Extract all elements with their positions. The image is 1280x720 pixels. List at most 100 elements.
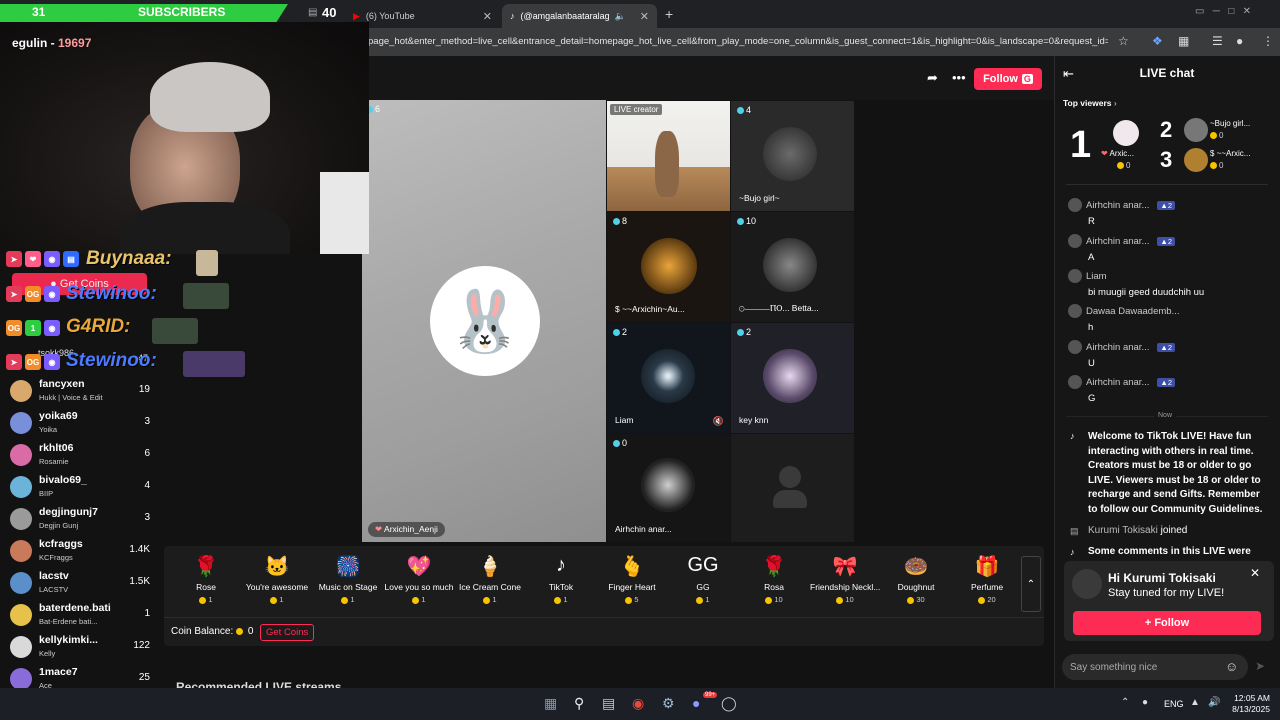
get-coins-button[interactable]: Get Coins xyxy=(260,624,315,641)
viewer-row[interactable]: kellykimki... Kelly 122 xyxy=(0,632,162,664)
guest-avatar xyxy=(641,349,695,403)
gift-item[interactable]: GG GG 1 xyxy=(668,554,738,604)
wifi-icon[interactable]: ▲ xyxy=(1190,697,1200,708)
bars-icon: ▤ xyxy=(63,251,79,267)
emoji-icon[interactable]: ☺ xyxy=(1225,659,1238,674)
puzzle-icon[interactable]: ▦ xyxy=(1178,34,1189,48)
gift-item[interactable]: 🌹 Rose 1 xyxy=(171,554,241,604)
avatar xyxy=(10,540,32,562)
send-icon[interactable]: ➤ xyxy=(1255,659,1265,673)
windows-start-icon[interactable]: ▦ xyxy=(544,695,557,712)
gift-icon: GG xyxy=(687,554,719,576)
close-icon[interactable]: ✕ xyxy=(483,10,492,23)
user-avatar[interactable] xyxy=(1068,375,1082,389)
viewer-row[interactable]: fancyxen Hukk | Voice & Edit 19 xyxy=(0,376,162,408)
gift-item[interactable]: 💖 Love you so much 1 xyxy=(384,554,454,604)
chat-username[interactable]: Dawaa Dawaademb... xyxy=(1086,306,1179,317)
coin-icon xyxy=(836,596,844,604)
close-icon[interactable]: ✕ xyxy=(1250,566,1260,580)
popup-follow-button[interactable]: + Follow xyxy=(1073,611,1261,635)
overlay-chat-name: Stewinoo: xyxy=(66,283,157,304)
user-avatar[interactable] xyxy=(1068,340,1082,354)
tab-tiktok[interactable]: ♪ (@amgalanbaataralagi) 🔈 ✕ xyxy=(502,4,657,28)
gift-item[interactable]: 🫰 Finger Heart 5 xyxy=(597,554,667,604)
star-icon[interactable]: ☆ xyxy=(1118,34,1129,48)
new-tab-icon[interactable]: + xyxy=(665,6,673,22)
rocket-icon: ➤ xyxy=(6,286,22,302)
chat-message: Airhchin anar... ▲2 R xyxy=(1068,198,1268,227)
guest-cell[interactable]: 10 ⊙⸻ⲠⲞ... Betta... xyxy=(731,212,854,322)
gift-item[interactable]: 🍩 Doughnut 30 xyxy=(881,554,951,604)
system-clock[interactable]: 12:05 AM 8/13/2025 xyxy=(1228,693,1270,715)
speaker-icon[interactable]: 🔈 xyxy=(615,11,626,22)
discord-icon[interactable]: ● xyxy=(692,695,700,711)
gift-item[interactable]: 🎀 Friendship Neckl... 10 xyxy=(810,554,880,604)
top-viewers-link[interactable]: Top viewers › xyxy=(1063,98,1117,108)
gift-item[interactable]: 🌹 Rosa 10 xyxy=(739,554,809,604)
expand-gifts-button[interactable]: ⌃ xyxy=(1021,556,1041,612)
chat-text: R xyxy=(1088,216,1095,227)
rank-1: 1 xyxy=(1070,124,1092,166)
gift-item[interactable]: 🍦 Ice Cream Cone 1 xyxy=(455,554,525,604)
top-viewer-avatar[interactable] xyxy=(1113,120,1139,146)
gift-item[interactable]: 🐱 You're awesome 1 xyxy=(242,554,312,604)
steam-icon[interactable]: ⚙ xyxy=(662,695,675,712)
gift-icon: 🎆 xyxy=(335,556,361,578)
user-avatar[interactable] xyxy=(1068,269,1082,283)
profile-icon[interactable]: ● xyxy=(1236,34,1243,48)
guest-cell[interactable]: 8 $ ~~Arxichin~Au... xyxy=(607,212,730,322)
chrome-icon[interactable]: ◉ xyxy=(632,695,644,712)
guest-cell[interactable]: 2 key knn xyxy=(731,323,854,433)
user-avatar[interactable] xyxy=(1068,304,1082,318)
chevron-up-icon[interactable]: ⌃ xyxy=(1121,697,1129,708)
viewer-row[interactable]: rkhlt06 Rosamie 6 xyxy=(0,440,162,472)
user-avatar[interactable] xyxy=(1068,198,1082,212)
file-explorer-icon[interactable]: ▤ xyxy=(602,695,615,712)
extension-icon[interactable]: ❖ xyxy=(1152,34,1163,48)
user-avatar[interactable] xyxy=(1068,234,1082,248)
chat-username[interactable]: Liam xyxy=(1086,271,1107,282)
follow-button[interactable]: Follow G xyxy=(974,68,1042,90)
viewer-row[interactable]: lacstv LACSTV 1.5K xyxy=(0,568,162,600)
gift-item[interactable]: ♪ TikTok 1 xyxy=(526,554,596,604)
guest-cell-live-creator[interactable]: LIVE creator xyxy=(607,101,730,211)
obs-icon[interactable]: ◯ xyxy=(721,695,737,712)
share-icon[interactable]: ➦ xyxy=(927,70,938,86)
url-field[interactable]: page_hot&enter_method=live_cell&entrance… xyxy=(368,36,1108,47)
volume-icon[interactable]: 🔊 xyxy=(1208,697,1220,708)
coin-icon xyxy=(1117,162,1124,170)
viewer-row[interactable]: baterdene.bati Bat-Erdene bati... 1 xyxy=(0,600,162,632)
language-indicator[interactable]: ENG xyxy=(1164,699,1184,709)
search-icon[interactable]: ⚲ xyxy=(574,695,584,712)
host-name-tag[interactable]: ❤ Arxichin_Aenji xyxy=(368,522,445,537)
emote-image xyxy=(152,318,198,344)
guest-cell[interactable]: 4 ~Bujo girl~ xyxy=(731,101,854,211)
chat-username[interactable]: Airhchin anar... xyxy=(1086,236,1149,247)
gift-icon: 🌹 xyxy=(761,556,787,578)
chat-username[interactable]: Airhchin anar... xyxy=(1086,377,1149,388)
top-viewer-avatar[interactable] xyxy=(1184,118,1208,142)
viewer-row[interactable]: bivalo69_ BIIP 4 xyxy=(0,472,162,504)
joined-user[interactable]: Kurumi Tokisaki xyxy=(1088,525,1158,536)
more-icon[interactable]: ••• xyxy=(952,70,966,85)
viewer-row[interactable]: degjingunj7 Degjin Gunj 3 xyxy=(0,504,162,536)
gift-item[interactable]: 🎁 Perfume 20 xyxy=(952,554,1022,604)
coin-icon xyxy=(341,596,349,604)
empty-guest-slot[interactable] xyxy=(731,434,854,542)
viewer-row[interactable]: yoika69 Yoika 3 xyxy=(0,408,162,440)
guest-cell[interactable]: 0 Airhchin anar... xyxy=(607,434,730,542)
gift-icon: 🎁 xyxy=(974,556,1000,578)
menu-icon[interactable]: ⋮ xyxy=(1262,34,1274,48)
guest-cell[interactable]: 2 Liam 🔇 xyxy=(607,323,730,433)
rocket-icon: ➤ xyxy=(6,354,22,370)
media-icon[interactable]: ☰ xyxy=(1212,34,1223,48)
close-icon[interactable]: ✕ xyxy=(640,10,649,23)
gift-item[interactable]: 🎆 Music on Stage 1 xyxy=(313,554,383,604)
top-viewer-avatar[interactable] xyxy=(1184,148,1208,172)
chat-username[interactable]: Airhchin anar... xyxy=(1086,200,1149,211)
window-controls[interactable]: ▭ ─ □ ✕ xyxy=(1195,6,1251,17)
chat-username[interactable]: Airhchin anar... xyxy=(1086,342,1149,353)
mic-icon[interactable]: ● xyxy=(1142,697,1148,708)
viewer-row[interactable]: kcfraggs KCFraggs 1.4K xyxy=(0,536,162,568)
chat-input[interactable] xyxy=(1062,654,1248,680)
